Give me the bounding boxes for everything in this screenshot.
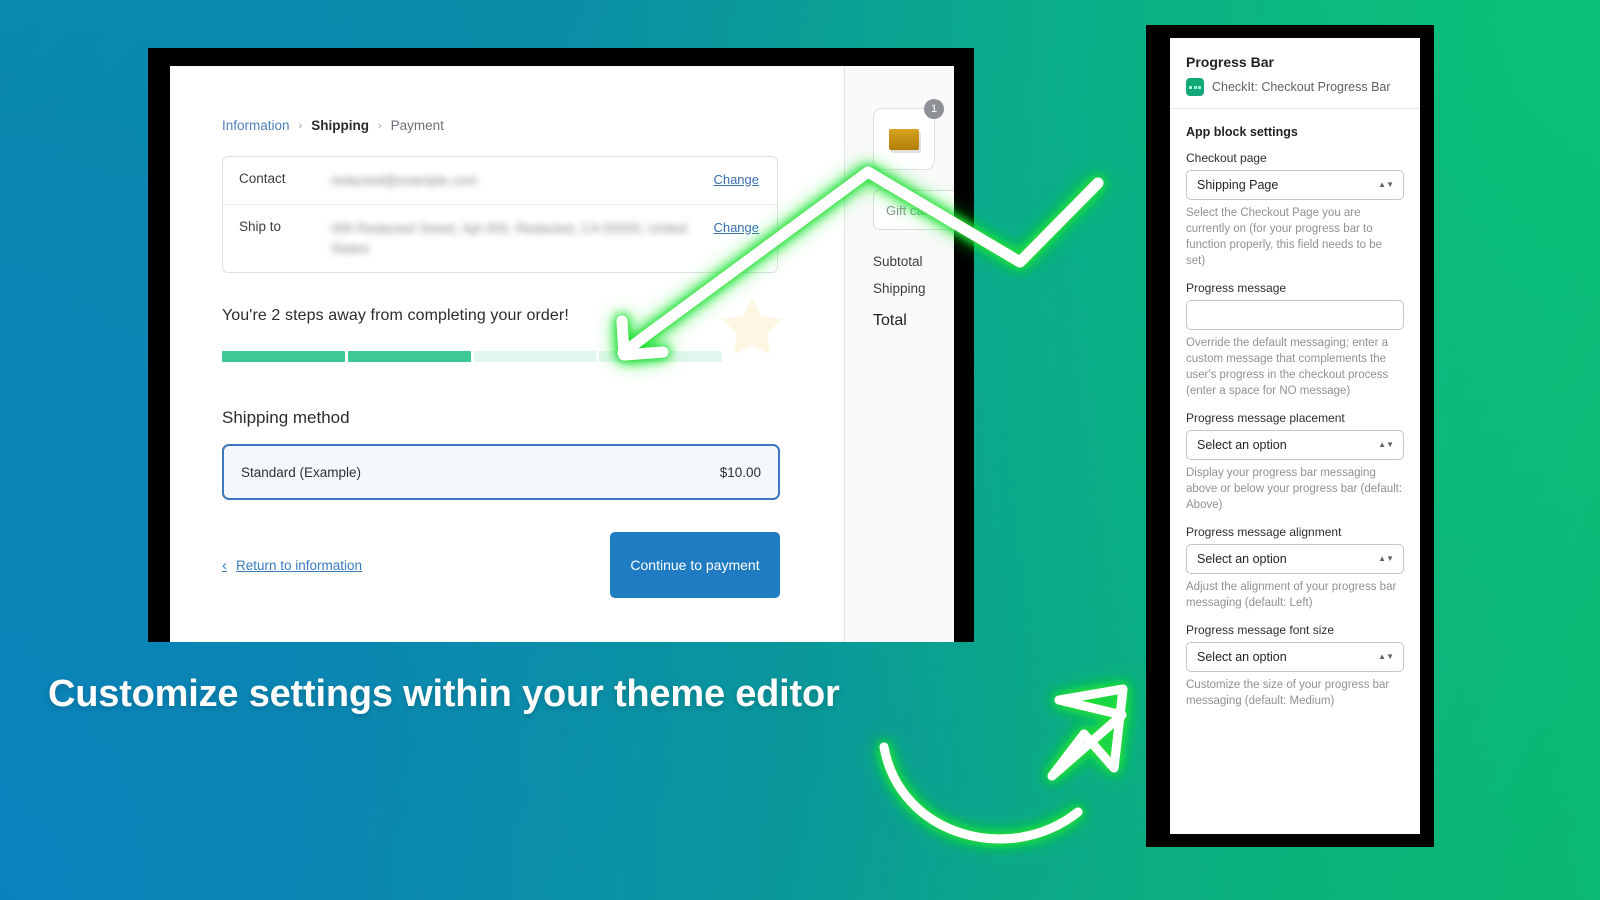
- order-totals: Subtotal Shipping Total: [873, 248, 954, 336]
- chevron-updown-icon: ▲▼: [1378, 556, 1394, 562]
- theme-editor-frame: Progress Bar CheckIt: Checkout Progress …: [1146, 25, 1434, 847]
- editor-app-row: CheckIt: Checkout Progress Bar: [1186, 78, 1404, 96]
- total-row: Total: [873, 302, 954, 336]
- shipping-option-name: Standard (Example): [241, 465, 361, 480]
- subtotal-row: Subtotal: [873, 248, 954, 275]
- progress-segment-2: [348, 351, 471, 362]
- chevron-updown-icon: ▲▼: [1378, 182, 1394, 188]
- progress-segment-3: [474, 351, 597, 362]
- contact-value: redacted@example.com: [331, 171, 713, 191]
- shipping-row: Shipping: [873, 275, 954, 302]
- help-progress-message-alignment: Adjust the alignment of your progress ba…: [1186, 579, 1404, 611]
- cart-quantity-badge: 1: [924, 99, 944, 119]
- contact-row: Contact redacted@example.com Change: [223, 157, 777, 204]
- checkout-actions: ‹ Return to information Continue to paym…: [222, 532, 780, 598]
- continue-to-payment-button[interactable]: Continue to payment: [610, 532, 780, 598]
- contact-label: Contact: [239, 171, 331, 186]
- field-progress-message-font-size: Progress message font size Select an opt…: [1186, 623, 1404, 709]
- field-label-checkout-page: Checkout page: [1186, 151, 1404, 165]
- product-image-icon: [889, 129, 919, 150]
- gift-card-placeholder: Gift card: [886, 203, 935, 218]
- customer-info-card: Contact redacted@example.com Change Ship…: [222, 156, 778, 273]
- field-checkout-page: Checkout page Shipping Page ▲▼ Select th…: [1186, 151, 1404, 269]
- checkout-preview: Information › Shipping › Payment Contact…: [170, 66, 954, 642]
- progress-bar: [222, 351, 722, 362]
- order-summary-sidebar: 1 Gift card Subtotal Shipping Total: [844, 66, 954, 642]
- ship-to-label: Ship to: [239, 219, 331, 234]
- breadcrumb-separator-icon: ›: [378, 120, 382, 132]
- theme-editor-panel: Progress Bar CheckIt: Checkout Progress …: [1170, 38, 1420, 834]
- editor-block-title: Progress Bar: [1186, 54, 1404, 70]
- editor-body: App block settings Checkout page Shippin…: [1170, 109, 1420, 731]
- progress-message-text: You're 2 steps away from completing your…: [222, 307, 722, 325]
- select-progress-message-placement-value: Select an option: [1197, 438, 1287, 452]
- checkout-main-column: Information › Shipping › Payment Contact…: [170, 66, 844, 642]
- field-label-progress-message: Progress message: [1186, 281, 1404, 295]
- chevron-updown-icon: ▲▼: [1378, 654, 1394, 660]
- editor-app-name: CheckIt: Checkout Progress Bar: [1212, 80, 1391, 94]
- help-progress-message-placement: Display your progress bar messaging abov…: [1186, 465, 1404, 513]
- help-progress-message-font-size: Customize the size of your progress bar …: [1186, 677, 1404, 709]
- input-progress-message[interactable]: [1186, 300, 1404, 330]
- gift-card-input[interactable]: Gift card: [873, 190, 954, 230]
- star-icon: [714, 289, 790, 365]
- breadcrumb-item-information[interactable]: Information: [222, 118, 290, 133]
- select-progress-message-font-size[interactable]: Select an option ▲▼: [1186, 642, 1404, 672]
- breadcrumb-item-payment: Payment: [391, 118, 444, 133]
- select-progress-message-alignment[interactable]: Select an option ▲▼: [1186, 544, 1404, 574]
- return-to-information-label: Return to information: [236, 558, 362, 573]
- field-progress-message: Progress message Override the default me…: [1186, 281, 1404, 399]
- select-progress-message-placement[interactable]: Select an option ▲▼: [1186, 430, 1404, 460]
- shipping-option-standard[interactable]: Standard (Example) $10.00: [222, 444, 780, 500]
- ship-to-value: 000 Redacted Street, Apt 000, Redacted, …: [331, 219, 713, 259]
- checkout-preview-frame: Information › Shipping › Payment Contact…: [148, 48, 974, 642]
- app-logo-icon: [1186, 78, 1204, 96]
- select-checkout-page[interactable]: Shipping Page ▲▼: [1186, 170, 1404, 200]
- curved-arrow-to-editor-panel: [884, 689, 1123, 839]
- breadcrumb: Information › Shipping › Payment: [222, 118, 844, 133]
- ship-to-change-link[interactable]: Change: [713, 219, 759, 235]
- field-label-progress-message-font-size: Progress message font size: [1186, 623, 1404, 637]
- help-progress-message: Override the default messaging; enter a …: [1186, 335, 1404, 399]
- page-headline: Customize settings within your theme edi…: [48, 673, 840, 716]
- contact-change-link[interactable]: Change: [713, 171, 759, 187]
- select-progress-message-alignment-value: Select an option: [1197, 552, 1287, 566]
- shipping-option-price: $10.00: [720, 465, 761, 480]
- field-label-progress-message-placement: Progress message placement: [1186, 411, 1404, 425]
- ship-to-row: Ship to 000 Redacted Street, Apt 000, Re…: [223, 204, 777, 272]
- breadcrumb-item-shipping[interactable]: Shipping: [311, 118, 369, 133]
- chevron-left-icon: ‹: [222, 557, 227, 574]
- product-thumbnail: [873, 108, 935, 170]
- progress-segment-1: [222, 351, 345, 362]
- help-checkout-page: Select the Checkout Page you are current…: [1186, 205, 1404, 269]
- field-label-progress-message-alignment: Progress message alignment: [1186, 525, 1404, 539]
- breadcrumb-separator-icon: ›: [299, 120, 303, 132]
- return-to-information-link[interactable]: ‹ Return to information: [222, 557, 362, 574]
- shipping-method-title: Shipping method: [222, 408, 844, 428]
- progress-segment-4: [599, 351, 722, 362]
- chevron-updown-icon: ▲▼: [1378, 442, 1394, 448]
- progress-bar-block: You're 2 steps away from completing your…: [222, 307, 722, 362]
- editor-header: Progress Bar CheckIt: Checkout Progress …: [1170, 38, 1420, 109]
- field-progress-message-placement: Progress message placement Select an opt…: [1186, 411, 1404, 513]
- field-progress-message-alignment: Progress message alignment Select an opt…: [1186, 525, 1404, 611]
- select-progress-message-font-size-value: Select an option: [1197, 650, 1287, 664]
- app-block-settings-title: App block settings: [1186, 125, 1404, 139]
- select-checkout-page-value: Shipping Page: [1197, 178, 1278, 192]
- cart-item-thumbnail-wrap: 1: [873, 108, 935, 170]
